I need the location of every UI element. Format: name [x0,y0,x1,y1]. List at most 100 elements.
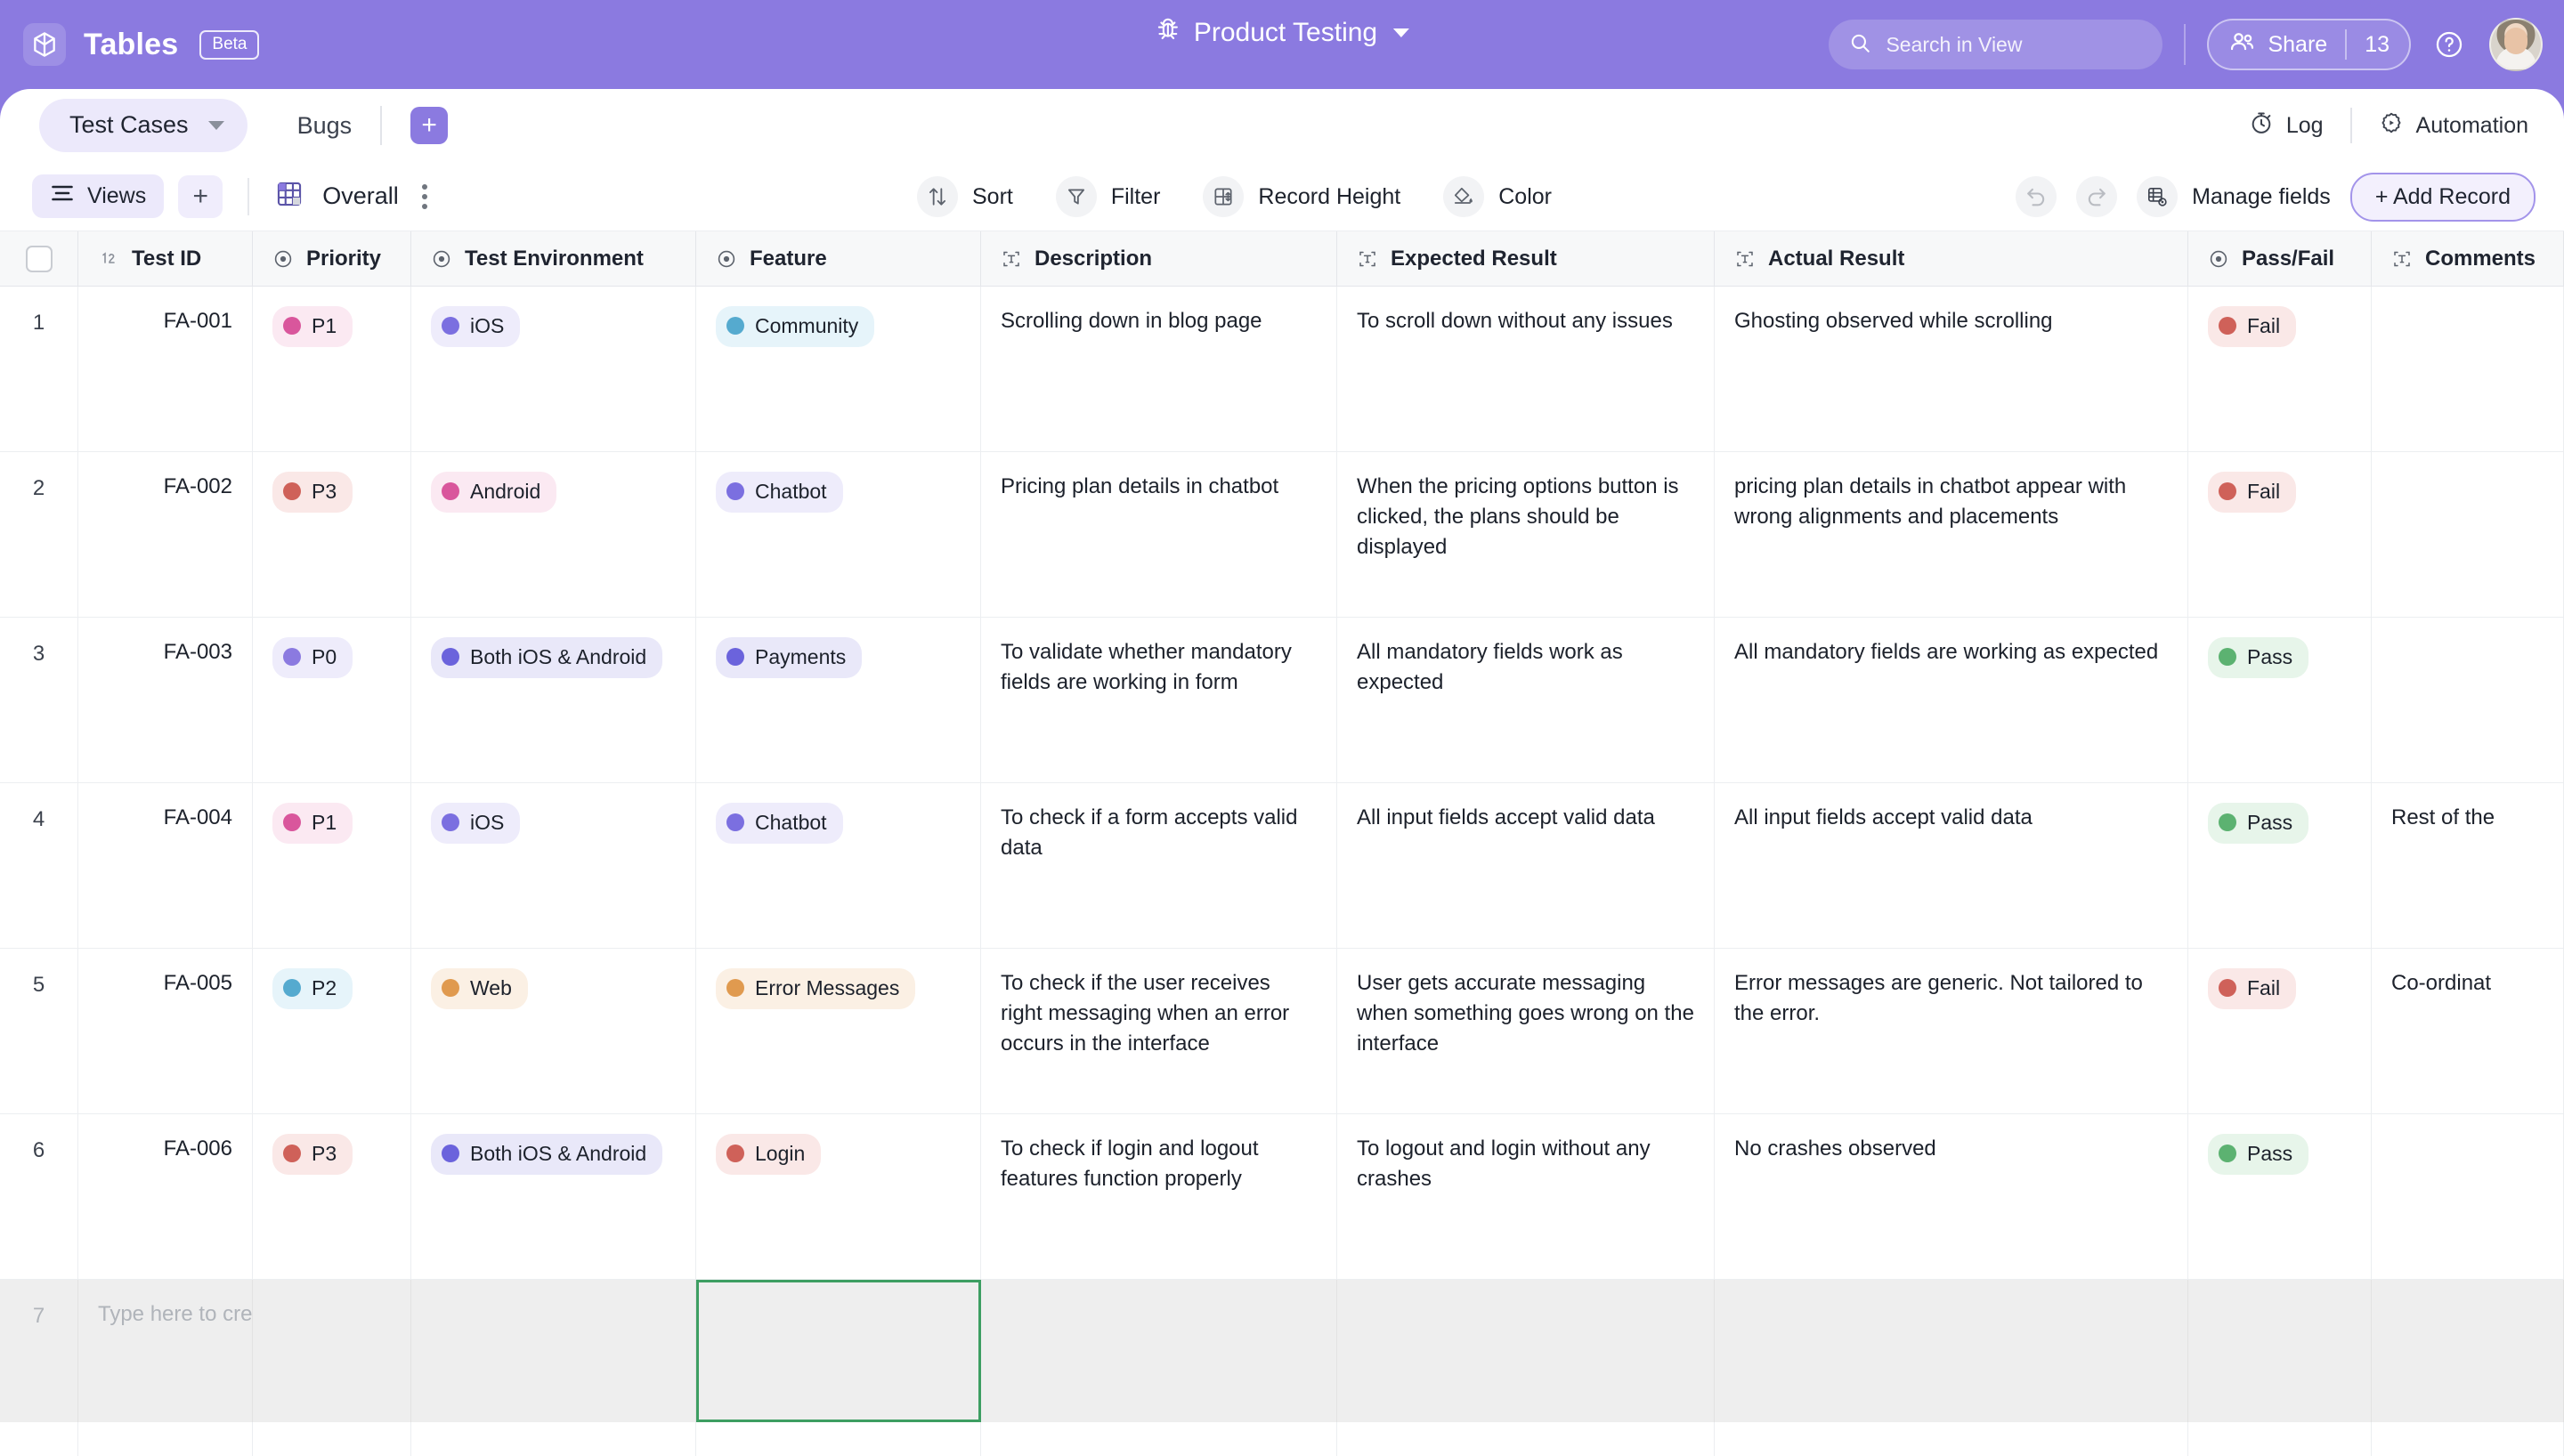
table-row[interactable]: 2 FA-002 P3 Android Chatbot Pricing plan deta… [0,452,2564,618]
tab-bugs[interactable]: Bugs [297,112,353,140]
help-button[interactable] [2434,29,2464,60]
new-record-row[interactable]: 7 Type here to create a record [0,1280,2564,1422]
cell-feature[interactable]: Chatbot [696,452,981,617]
kebab-menu-icon[interactable] [421,183,427,209]
table-row[interactable]: 4 FA-004 P1 iOS Chatbot To check if a form ac… [0,783,2564,949]
filter-button[interactable]: Filter [1055,176,1160,217]
chevron-down-icon[interactable] [1393,28,1410,37]
cell-test_id[interactable]: FA-003 [78,618,253,782]
cell-actual[interactable]: pricing plan details in chatbot appear w… [1715,452,2188,617]
table-row[interactable]: 5 FA-005 P2 Web Error Messages To check if th… [0,949,2564,1114]
cell-feature[interactable]: Payments [696,618,981,782]
sort-button[interactable]: Sort [917,176,1013,217]
cell-actual[interactable]: Ghosting observed while scrolling [1715,287,2188,451]
cell-result[interactable]: Pass [2188,1114,2372,1279]
new-row-cell[interactable] [411,1280,696,1422]
cell-priority[interactable]: P2 [253,949,411,1113]
cell-expected[interactable]: To logout and login without any crashes [1337,1114,1715,1279]
cell-description[interactable]: Pricing plan details in chatbot [981,452,1337,617]
cell-result[interactable]: Pass [2188,618,2372,782]
cell-comments[interactable]: Co-ordinat [2372,949,2564,1113]
cell-actual[interactable]: All mandatory fields are working as expe… [1715,618,2188,782]
new-row-cell[interactable] [2372,1280,2564,1422]
cell-result[interactable]: Fail [2188,452,2372,617]
cell-actual[interactable]: All input fields accept valid data [1715,783,2188,948]
cell-comments[interactable]: Rest of the [2372,783,2564,948]
cell-test_id[interactable]: FA-006 [78,1114,253,1279]
cell-feature[interactable]: Error Messages [696,949,981,1113]
cell-environment[interactable]: Both iOS & Android [411,618,696,782]
undo-icon[interactable] [2016,176,2057,217]
new-row-cell[interactable]: Type here to create a record [78,1280,253,1422]
column-header-actual-result[interactable]: Actual Result [1715,231,2188,286]
add-view-button[interactable]: + [178,174,223,218]
log-button[interactable]: Log [2249,110,2324,142]
cell-feature[interactable]: Login [696,1114,981,1279]
cell-description[interactable]: To check if a form accepts valid data [981,783,1337,948]
current-view-name[interactable]: Overall [322,182,399,210]
new-row-cell[interactable] [253,1280,411,1422]
cell-environment[interactable]: iOS [411,783,696,948]
share-button[interactable]: Share 13 [2207,19,2411,70]
manage-fields-button[interactable]: Manage fields [2137,176,2331,217]
new-row-cell[interactable] [2188,1280,2372,1422]
cell-expected[interactable]: User gets accurate messaging when someth… [1337,949,1715,1113]
column-header-expected-result[interactable]: Expected Result [1337,231,1715,286]
add-table-button[interactable]: + [410,107,449,144]
cell-result[interactable]: Pass [2188,783,2372,948]
search-input[interactable]: Search in View [1829,20,2163,69]
cell-test_id[interactable]: FA-004 [78,783,253,948]
cell-priority[interactable]: P0 [253,618,411,782]
cell-expected[interactable]: All input fields accept valid data [1337,783,1715,948]
table-row[interactable]: 6 FA-006 P3 Both iOS & Android Login To check… [0,1114,2564,1280]
cell-expected[interactable]: All mandatory fields work as expected [1337,618,1715,782]
automation-button[interactable]: Automation [2379,110,2528,142]
table-row[interactable]: 1 FA-001 P1 iOS Community Scrolling down in b… [0,287,2564,452]
chevron-down-icon[interactable] [207,120,224,130]
table-row[interactable]: 3 FA-003 P0 Both iOS & Android Payments To va… [0,618,2564,783]
cell-result[interactable]: Fail [2188,949,2372,1113]
cell-description[interactable]: To check if login and logout features fu… [981,1114,1337,1279]
column-header-test-id[interactable]: Test ID [78,231,253,286]
new-row-cell[interactable] [1337,1280,1715,1422]
avatar[interactable] [2489,18,2543,71]
cell-environment[interactable]: Both iOS & Android [411,1114,696,1279]
cell-comments[interactable] [2372,618,2564,782]
column-header-feature[interactable]: Feature [696,231,981,286]
cell-test_id[interactable]: FA-001 [78,287,253,451]
cell-description[interactable]: Scrolling down in blog page [981,287,1337,451]
cell-expected[interactable]: When the pricing options button is click… [1337,452,1715,617]
column-header-pass-fail[interactable]: Pass/Fail [2188,231,2372,286]
cell-comments[interactable] [2372,287,2564,451]
cell-environment[interactable]: Android [411,452,696,617]
column-header-priority[interactable]: Priority [253,231,411,286]
cell-priority[interactable]: P1 [253,783,411,948]
new-row-cell[interactable] [1715,1280,2188,1422]
tab-test-cases[interactable]: Test Cases [39,99,247,152]
record-height-button[interactable]: Record Height [1203,176,1400,217]
cell-comments[interactable] [2372,1114,2564,1279]
cell-test_id[interactable]: FA-005 [78,949,253,1113]
select-all-checkbox[interactable] [0,231,78,286]
new-row-cell[interactable] [981,1280,1337,1422]
cell-comments[interactable] [2372,452,2564,617]
column-header-test-environment[interactable]: Test Environment [411,231,696,286]
views-button[interactable]: Views [32,174,165,218]
cell-result[interactable]: Fail [2188,287,2372,451]
column-header-comments[interactable]: Comments [2372,231,2564,286]
add-record-button[interactable]: + Add Record [2349,172,2536,222]
cell-test_id[interactable]: FA-002 [78,452,253,617]
new-row-selected-cell[interactable] [696,1280,981,1422]
document-title[interactable]: Product Testing [1155,16,1410,50]
cell-actual[interactable]: No crashes observed [1715,1114,2188,1279]
column-header-description[interactable]: Description [981,231,1337,286]
redo-icon[interactable] [2076,176,2118,217]
cell-environment[interactable]: iOS [411,287,696,451]
cell-priority[interactable]: P3 [253,1114,411,1279]
cell-expected[interactable]: To scroll down without any issues [1337,287,1715,451]
cell-environment[interactable]: Web [411,949,696,1113]
cell-actual[interactable]: Error messages are generic. Not tailored… [1715,949,2188,1113]
cell-description[interactable]: To validate whether mandatory fields are… [981,618,1337,782]
cell-feature[interactable]: Chatbot [696,783,981,948]
cell-priority[interactable]: P1 [253,287,411,451]
